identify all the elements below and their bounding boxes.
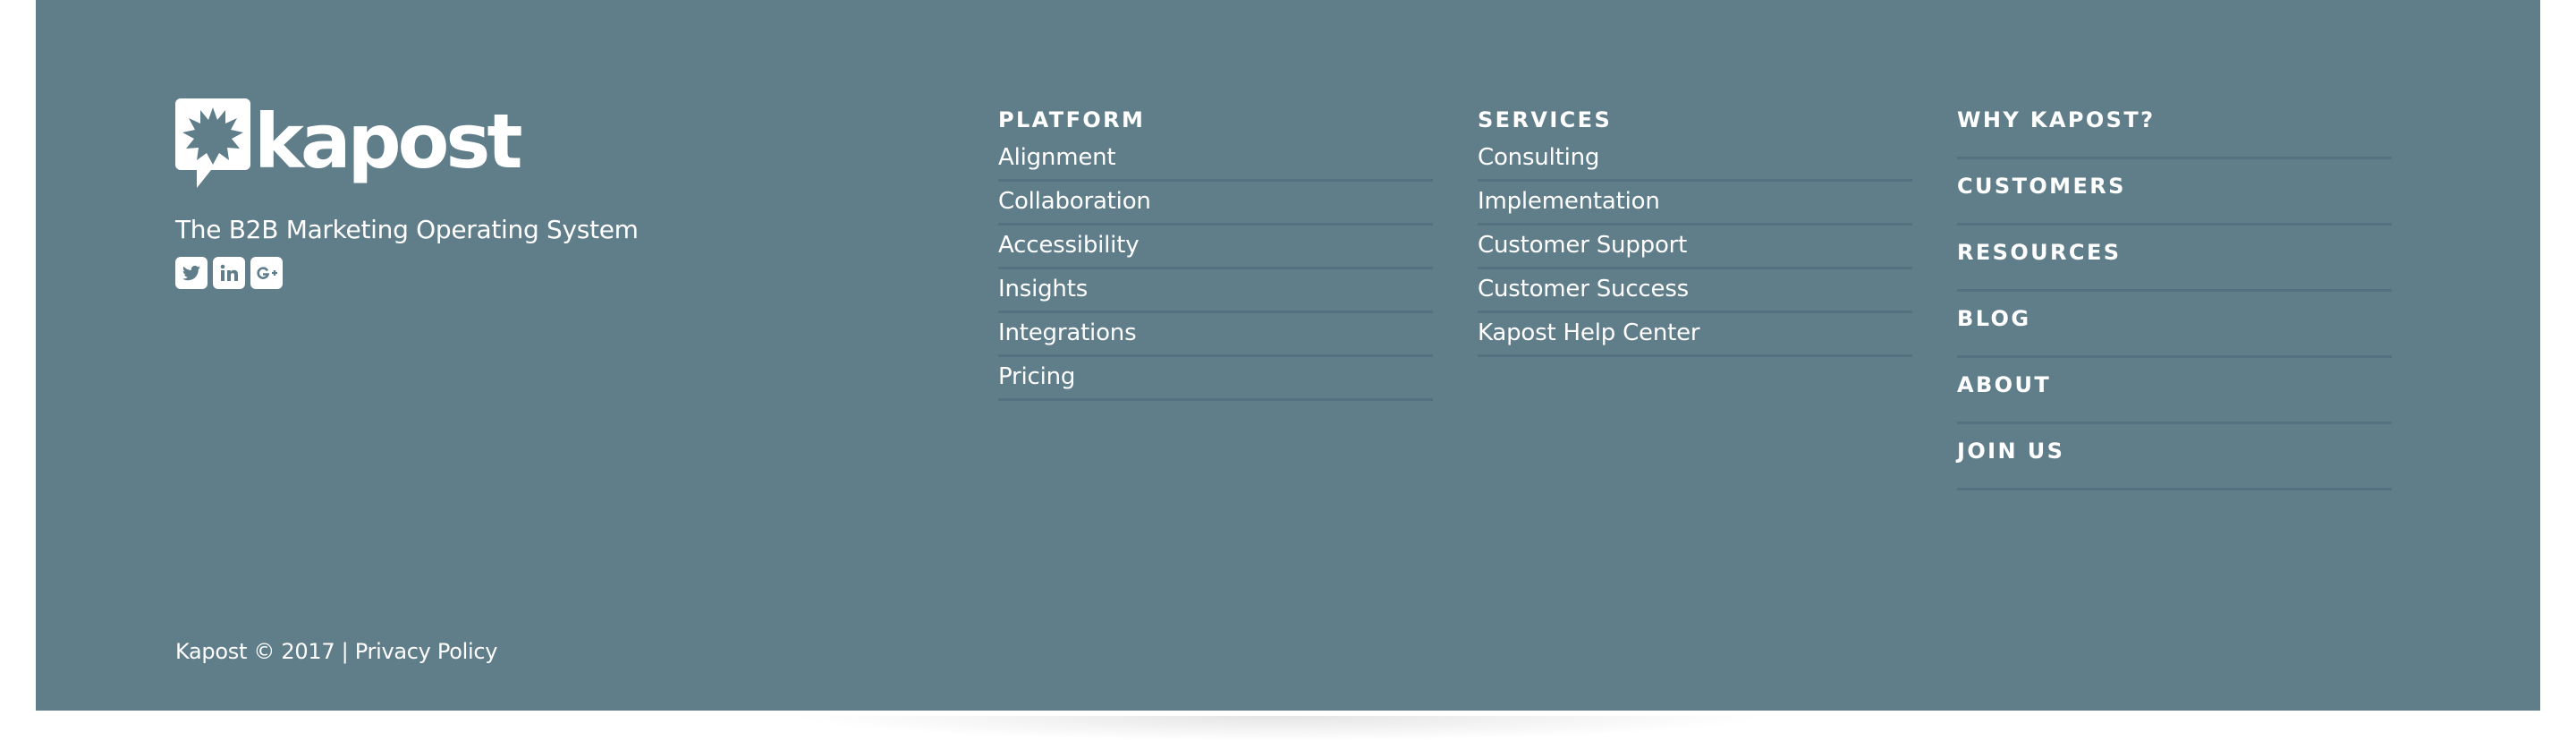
google-plus-button[interactable]	[250, 257, 283, 289]
brand-block: kapost The B2B Marketing Operating Syste…	[175, 97, 801, 289]
link-implementation[interactable]: Implementation	[1478, 182, 1912, 226]
link-customer-success[interactable]: Customer Success	[1478, 269, 1912, 313]
kapost-wordmark: kapost	[254, 98, 523, 185]
link-collaboration[interactable]: Collaboration	[998, 182, 1433, 226]
site-footer: kapost The B2B Marketing Operating Syste…	[36, 0, 2540, 711]
kapost-logo[interactable]: kapost	[175, 97, 801, 192]
platform-heading: PLATFORM	[998, 107, 1146, 132]
tagline: The B2B Marketing Operating System	[175, 215, 639, 244]
kapost-logo-icon	[175, 98, 250, 188]
copyright-line: Kapost © 2017 | Privacy Policy	[175, 639, 497, 664]
google-plus-icon	[257, 267, 277, 279]
social-links	[175, 257, 801, 289]
twitter-icon	[182, 265, 200, 281]
link-alignment[interactable]: Alignment	[998, 138, 1433, 182]
link-join-us[interactable]: JOIN US	[1957, 424, 2392, 490]
link-pricing[interactable]: Pricing	[998, 357, 1433, 401]
link-resources[interactable]: RESOURCES	[1957, 226, 2392, 292]
linkedin-icon	[220, 264, 238, 281]
link-accessibility[interactable]: Accessibility	[998, 226, 1433, 269]
link-customer-support[interactable]: Customer Support	[1478, 226, 1912, 269]
services-column: SERVICES Consulting Implementation Custo…	[1478, 106, 1912, 357]
twitter-button[interactable]	[175, 257, 208, 289]
platform-column: PLATFORM Alignment Collaboration Accessi…	[998, 106, 1433, 401]
privacy-policy-link[interactable]: Privacy Policy	[355, 639, 498, 664]
copyright-text: Kapost © 2017 |	[175, 639, 349, 664]
page: kapost The B2B Marketing Operating Syste…	[0, 0, 2576, 741]
link-why-kapost[interactable]: WHY KAPOST?	[1957, 93, 2392, 159]
link-customers[interactable]: CUSTOMERS	[1957, 159, 2392, 226]
link-kapost-help-center[interactable]: Kapost Help Center	[1478, 313, 1912, 357]
link-about[interactable]: ABOUT	[1957, 358, 2392, 424]
link-blog[interactable]: BLOG	[1957, 292, 2392, 358]
linkedin-button[interactable]	[213, 257, 245, 289]
link-consulting[interactable]: Consulting	[1478, 138, 1912, 182]
link-integrations[interactable]: Integrations	[998, 313, 1433, 357]
link-insights[interactable]: Insights	[998, 269, 1433, 313]
services-heading: SERVICES	[1478, 107, 1613, 132]
main-links-column: WHY KAPOST? CUSTOMERS RESOURCES BLOG ABO…	[1957, 93, 2392, 490]
bottom-shadow	[787, 716, 1771, 741]
